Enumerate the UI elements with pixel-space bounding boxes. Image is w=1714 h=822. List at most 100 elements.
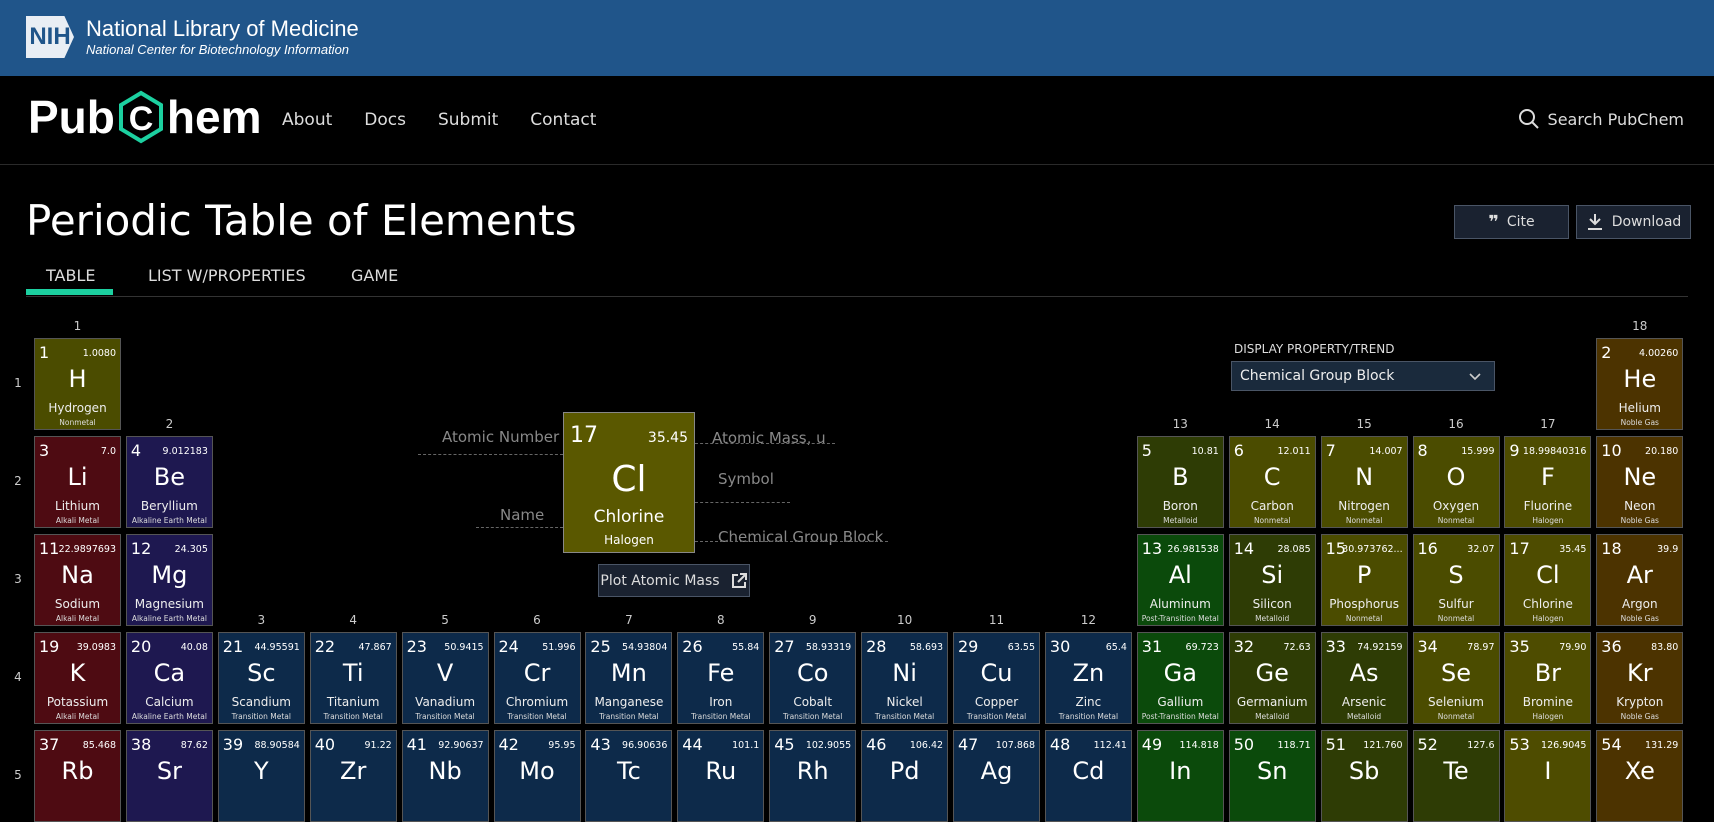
element-number: 32 [1233,637,1255,656]
element-cell-cr[interactable]: 24 51.996 Cr Chromium Transition Metal [493,632,581,724]
element-cell-ti[interactable]: 22 47.867 Ti Titanium Transition Metal [309,632,397,724]
element-cell-tc[interactable]: 43 96.90636 Tc [585,730,673,822]
element-group-block: Nonmetal [59,418,96,427]
download-button[interactable]: Download [1576,205,1691,239]
element-cell-i[interactable]: 53 126.9045 I [1504,730,1592,822]
element-cell-ar[interactable]: 18 39.9 Ar Argon Noble Gas [1596,534,1684,626]
element-mass: 118.71 [1277,740,1311,751]
element-group-block: Halogen [1532,712,1564,721]
element-cell-rh[interactable]: 45 102.9055 Rh [769,730,857,822]
element-mass: 88.90584 [254,740,300,751]
element-cell-ga[interactable]: 31 69.723 Ga Gallium Post-Transition Metal [1136,632,1224,724]
element-cell-xe[interactable]: 54 131.29 Xe [1596,730,1684,822]
element-cell-k[interactable]: 19 39.0983 K Potassium Alkali Metal [34,632,121,724]
element-cell-in[interactable]: 49 114.818 In [1136,730,1224,822]
element-cell-rb[interactable]: 37 85.468 Rb [34,730,121,822]
element-cell-zr[interactable]: 40 91.22 Zr [309,730,397,822]
element-cell-v[interactable]: 23 50.9415 V Vanadium Transition Metal [401,632,489,724]
element-cell-cd[interactable]: 48 112.41 Cd [1044,730,1132,822]
nav-submit[interactable]: Submit [438,110,498,130]
element-symbol: Br [1534,659,1562,687]
element-cell-na[interactable]: 11 22.9897693 Na Sodium Alkali Metal [34,534,121,626]
tab-list-properties[interactable]: LIST W/PROPERTIES [148,266,306,285]
element-number: 4 [130,441,142,460]
element-cell-se[interactable]: 34 78.97 Se Selenium Nonmetal [1412,632,1500,724]
element-cell-s[interactable]: 16 32.07 S Sulfur Nonmetal [1412,534,1500,626]
period-number: 1 [14,376,22,390]
element-cell-nb[interactable]: 41 92.90637 Nb [401,730,489,822]
element-cell-n[interactable]: 7 14.007 N Nitrogen Nonmetal [1320,436,1408,528]
element-mass: 28.085 [1277,544,1311,555]
element-group-block: Nonmetal [1437,712,1475,721]
element-cell-ru[interactable]: 44 101.1 Ru [677,730,765,822]
element-cell-mo[interactable]: 42 95.95 Mo [493,730,581,822]
element-cell-li[interactable]: 3 7.0 Li Lithium Alkali Metal [34,436,121,528]
display-property-label: DISPLAY PROPERTY/TREND [1234,342,1395,356]
element-cell-zn[interactable]: 30 65.4 Zn Zinc Transition Metal [1044,632,1132,724]
element-cell-mn[interactable]: 25 54.93804 Mn Manganese Transition Metal [585,632,673,724]
element-cell-sr[interactable]: 38 87.62 Sr [125,730,213,822]
search-button[interactable]: Search PubChem [1518,108,1684,130]
element-cell-sn[interactable]: 50 118.71 Sn [1228,730,1316,822]
element-cell-te[interactable]: 52 127.6 Te [1412,730,1500,822]
pubchem-logo[interactable]: Pub C hem [28,90,261,144]
element-cell-sb[interactable]: 51 121.760 Sb [1320,730,1408,822]
element-mass: 72.63 [1283,642,1311,653]
element-name: Sulfur [1438,597,1474,611]
element-cell-pd[interactable]: 46 106.42 Pd [861,730,949,822]
element-name: Silicon [1252,597,1292,611]
group-number: 2 [165,417,174,431]
element-symbol: N [1355,463,1374,491]
element-symbol: V [436,659,454,687]
element-cell-p[interactable]: 15 30.973762... P Phosphorus Nonmetal [1320,534,1408,626]
element-name: Lithium [55,499,100,513]
nav-about[interactable]: About [282,110,332,130]
element-cell-ge[interactable]: 32 72.63 Ge Germanium Metalloid [1228,632,1316,724]
element-cell-fe[interactable]: 26 55.84 Fe Iron Transition Metal [677,632,765,724]
element-cell-be[interactable]: 4 9.012183 Be Beryllium Alkaline Earth Metal [125,436,213,528]
cite-button[interactable]: ❞ Cite [1454,205,1569,239]
element-cell-co[interactable]: 27 58.93319 Co Cobalt Transition Metal [769,632,857,724]
element-cell-ni[interactable]: 28 58.693 Ni Nickel Transition Metal [861,632,949,724]
element-cell-o[interactable]: 8 15.999 O Oxygen Nonmetal [1412,436,1500,528]
element-number: 13 [1141,539,1163,558]
tab-table[interactable]: TABLE [46,266,95,285]
element-number: 39 [222,735,244,754]
page-title: Periodic Table of Elements [26,196,577,245]
plot-atomic-mass-button[interactable]: Plot Atomic Mass [598,564,750,597]
element-cell-cu[interactable]: 29 63.55 Cu Copper Transition Metal [953,632,1040,724]
element-name: Calcium [145,695,194,709]
element-cell-f[interactable]: 9 18.99840316 F Fluorine Halogen [1504,436,1592,528]
element-cell-kr[interactable]: 36 83.80 Kr Krypton Noble Gas [1596,632,1684,724]
nav-docs[interactable]: Docs [364,110,406,130]
element-group-block: Metalloid [1163,516,1198,525]
tab-game[interactable]: GAME [351,266,398,285]
element-cell-ag[interactable]: 47 107.868 Ag [953,730,1040,822]
element-cell-c[interactable]: 6 12.011 C Carbon Nonmetal [1228,436,1316,528]
element-cell-sc[interactable]: 21 44.95591 Sc Scandium Transition Metal [217,632,305,724]
element-cell-he[interactable]: 2 4.00260 He Helium Noble Gas [1596,338,1684,430]
element-mass: 127.6 [1467,740,1495,751]
element-cell-as[interactable]: 33 74.92159 As Arsenic Metalloid [1320,632,1408,724]
element-cell-y[interactable]: 39 88.90584 Y [217,730,305,822]
element-cell-b[interactable]: 5 10.81 B Boron Metalloid [1136,436,1224,528]
element-cell-br[interactable]: 35 79.90 Br Bromine Halogen [1504,632,1592,724]
element-cell-ne[interactable]: 10 20.180 Ne Neon Noble Gas [1596,436,1684,528]
element-number: 12 [130,539,152,558]
group-number: 13 [1172,417,1188,431]
nav-contact[interactable]: Contact [530,110,596,130]
period-number: 4 [14,670,22,684]
display-property-select[interactable]: Chemical Group Block [1231,361,1495,391]
element-mass: 20.180 [1645,446,1679,457]
element-cell-si[interactable]: 14 28.085 Si Silicon Metalloid [1228,534,1316,626]
element-cell-cl[interactable]: 17 35.45 Cl Chlorine Halogen [1504,534,1592,626]
element-name: Potassium [46,695,109,709]
element-symbol: Cu [980,659,1013,687]
element-cell-mg[interactable]: 12 24.305 Mg Magnesium Alkaline Earth Metal [125,534,213,626]
element-cell-al[interactable]: 13 26.981538 Al Aluminum Post-Transition Met… [1136,534,1224,626]
nih-logo[interactable]: NIH National Library of Medicine Nationa… [26,16,359,58]
element-cell-h[interactable]: 1 1.0080 H Hydrogen Nonmetal [34,338,121,430]
element-group-block: Transition Metal [231,712,291,721]
element-number: 23 [406,637,427,656]
element-cell-ca[interactable]: 20 40.08 Ca Calcium Alkaline Earth Metal [125,632,213,724]
